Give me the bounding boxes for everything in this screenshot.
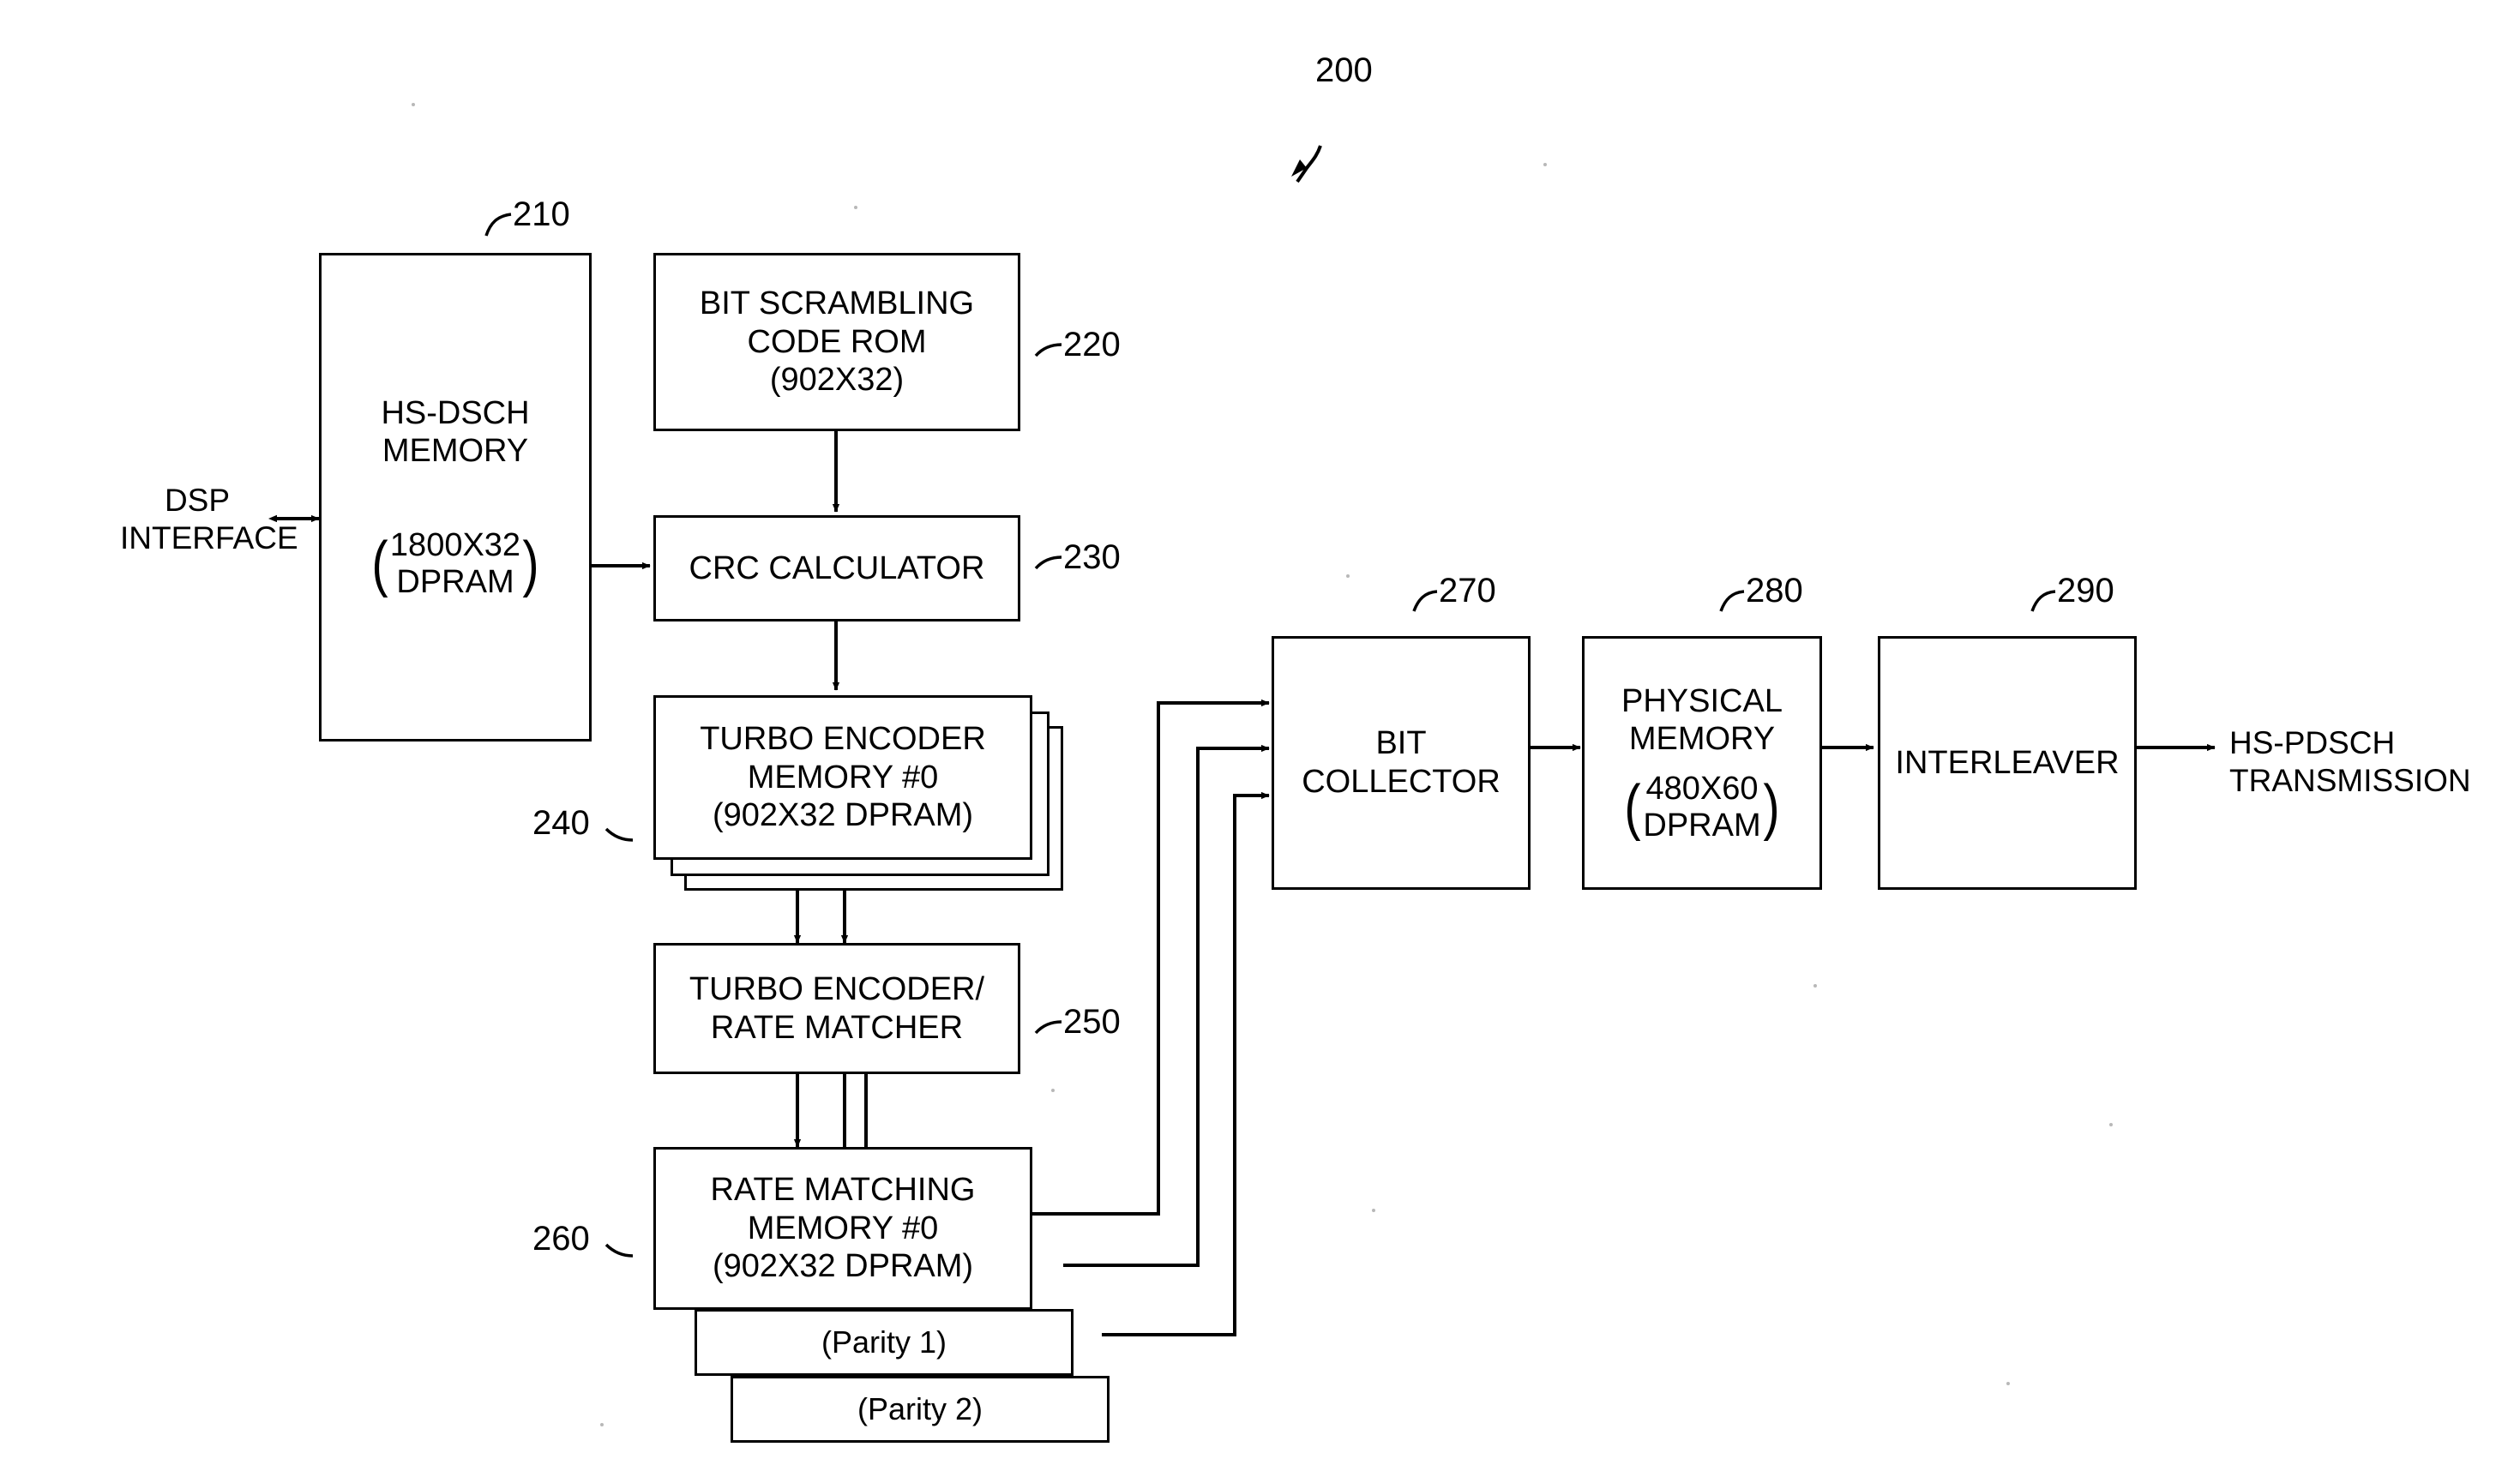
- block-hs-dsch-memory[interactable]: HS-DSCH MEMORY ( 1800X32 DPRAM ): [319, 253, 592, 742]
- bit-collector-line2: COLLECTOR: [1302, 764, 1501, 800]
- turbo-encoder-memory-line3: (902X32 DPRAM): [712, 797, 974, 834]
- hs-dsch-memory-spec-line2: DPRAM: [396, 563, 514, 600]
- ref-290: 290: [2057, 572, 2114, 609]
- physical-memory-spec: ( 480X60 DPRAM ): [1622, 771, 1781, 844]
- bit-scrambling-rom-line2: CODE ROM: [747, 323, 927, 360]
- crc-calculator-line1: CRC CALCULATOR: [689, 549, 985, 586]
- dsp-interface-label: DSP INTERFACE: [120, 482, 298, 556]
- block-physical-memory[interactable]: PHYSICAL MEMORY ( 480X60 DPRAM ): [1582, 636, 1828, 896]
- turbo-encoder-memory-line2: MEMORY #0: [747, 759, 939, 796]
- ref-240: 240: [532, 804, 590, 842]
- ref-270: 270: [1439, 572, 1496, 609]
- rate-matching-memory-line1: RATE MATCHING: [710, 1171, 976, 1208]
- block-crc-calculator[interactable]: CRC CALCULATOR: [653, 515, 1026, 627]
- rate-matching-memory-line2: MEMORY #0: [747, 1210, 939, 1246]
- output-line2: TRANSMISSION: [2229, 762, 2471, 798]
- turbo-encoder-rate-matcher-line2: RATE MATCHER: [710, 1009, 964, 1046]
- dsp-interface-line1: DSP: [164, 483, 231, 518]
- hs-dsch-memory-line2: MEMORY: [382, 433, 529, 470]
- parity2-label: (Parity 2): [857, 1391, 983, 1426]
- hs-dsch-memory-line1: HS-DSCH: [381, 394, 530, 431]
- figure-number-200: 200: [1315, 51, 1373, 89]
- ref-220: 220: [1063, 326, 1121, 363]
- right-paren: ): [522, 529, 539, 598]
- block-rate-matching-memory-parity1[interactable]: (Parity 1): [695, 1309, 1074, 1376]
- ref-210: 210: [513, 195, 570, 233]
- bit-scrambling-rom-line1: BIT SCRAMBLING: [699, 285, 975, 321]
- block-bit-collector[interactable]: BIT COLLECTOR: [1272, 636, 1537, 896]
- block-turbo-encoder-rate-matcher[interactable]: TURBO ENCODER/ RATE MATCHER: [653, 943, 1026, 1080]
- ref-260: 260: [532, 1220, 590, 1258]
- output-line1: HS-PDSCH: [2229, 725, 2396, 760]
- parity1-label: (Parity 1): [821, 1324, 947, 1360]
- hs-dsch-memory-spec: ( 1800X32 DPRAM ): [370, 527, 541, 600]
- ref-250: 250: [1063, 1003, 1121, 1041]
- block-rate-matching-memory[interactable]: RATE MATCHING MEMORY #0 (902X32 DPRAM): [653, 1147, 1032, 1310]
- right-paren: ): [1763, 772, 1780, 842]
- bit-collector-line1: BIT: [1375, 725, 1427, 762]
- patent-figure-canvas: 200 210 220 230 240 250 260 270 280 290 …: [0, 0, 2520, 1465]
- physical-memory-line2: MEMORY: [1628, 721, 1776, 758]
- physical-memory-spec-line2: DPRAM: [1643, 807, 1761, 844]
- turbo-encoder-rate-matcher-line1: TURBO ENCODER/: [689, 970, 985, 1007]
- interleaver-line1: INTERLEAVER: [1895, 744, 2120, 781]
- turbo-encoder-memory-line1: TURBO ENCODER: [700, 720, 986, 757]
- physical-memory-line1: PHYSICAL: [1621, 682, 1783, 719]
- ref-230: 230: [1063, 538, 1121, 576]
- bit-scrambling-rom-line3: (902X32): [769, 362, 905, 399]
- block-turbo-encoder-memory[interactable]: TURBO ENCODER MEMORY #0 (902X32 DPRAM): [653, 695, 1032, 860]
- block-bit-scrambling-code-rom[interactable]: BIT SCRAMBLING CODE ROM (902X32): [653, 253, 1026, 437]
- block-interleaver[interactable]: INTERLEAVER: [1878, 636, 2143, 896]
- rate-matching-memory-line3: (902X32 DPRAM): [712, 1248, 974, 1285]
- left-paren: (: [1624, 772, 1641, 842]
- hs-dsch-memory-spec-line1: 1800X32: [389, 527, 521, 564]
- block-rate-matching-memory-parity2[interactable]: (Parity 2): [731, 1376, 1110, 1443]
- ref-280: 280: [1746, 572, 1803, 609]
- left-paren: (: [371, 529, 388, 598]
- physical-memory-spec-line1: 480X60: [1645, 771, 1759, 808]
- hs-pdsch-transmission-label: HS-PDSCH TRANSMISSION: [2229, 724, 2504, 799]
- dsp-interface-line2: INTERFACE: [120, 519, 298, 555]
